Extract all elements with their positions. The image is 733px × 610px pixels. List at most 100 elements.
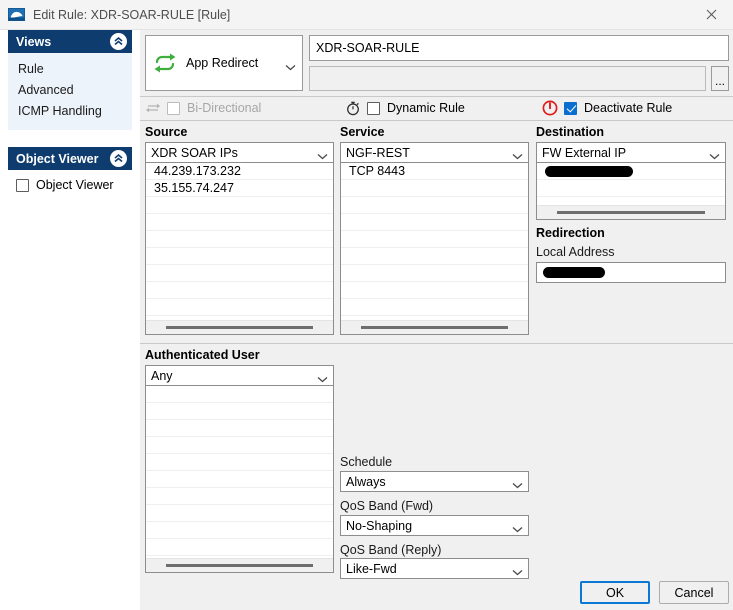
source-dropdown[interactable]: XDR SOAR IPs	[145, 142, 334, 163]
list-item-empty	[146, 505, 333, 522]
qos-reply-label: QoS Band (Reply)	[340, 543, 442, 557]
scrollbar-thumb[interactable]	[361, 326, 508, 329]
redirection-header: Redirection	[536, 226, 605, 240]
qos-reply-value: Like-Fwd	[346, 561, 397, 576]
sidebar-item-advanced[interactable]: Advanced	[18, 80, 132, 101]
local-address-input[interactable]	[536, 262, 726, 283]
scrollbar-thumb[interactable]	[166, 326, 313, 329]
object-viewer-checkbox-label: Object Viewer	[36, 178, 114, 192]
list-item-empty	[146, 299, 333, 316]
rule-top-row: App Redirect XDR-SOAR-RULE ...	[145, 35, 730, 93]
service-header: Service	[340, 125, 385, 139]
ok-button[interactable]: OK	[580, 581, 650, 604]
destination-horizontal-scrollbar[interactable]	[537, 205, 725, 219]
destination-list-rows	[537, 163, 725, 205]
object-viewer-checkbox-row[interactable]: Object Viewer	[8, 170, 132, 198]
list-item-empty	[146, 488, 333, 505]
source-listbox[interactable]: 44.239.173.232 35.155.74.247	[145, 163, 334, 335]
list-item-empty	[146, 420, 333, 437]
bi-directional-label: Bi-Directional	[187, 101, 262, 115]
list-item[interactable]: 35.155.74.247	[146, 180, 333, 197]
chevron-down-icon	[512, 149, 523, 160]
list-item-empty	[146, 214, 333, 231]
service-dropdown[interactable]: NGF-REST	[340, 142, 529, 163]
list-item-empty	[146, 248, 333, 265]
list-item-empty	[341, 197, 528, 214]
service-listbox[interactable]: TCP 8443	[340, 163, 529, 335]
redirect-arrows-icon	[152, 50, 178, 76]
views-panel: Views Rule Advanced ICMP Handling	[8, 30, 132, 130]
list-item-empty	[146, 265, 333, 282]
object-viewer-panel-header: Object Viewer	[8, 147, 132, 170]
dynamic-rule-option[interactable]: Dynamic Rule	[345, 98, 465, 118]
list-item-empty	[341, 231, 528, 248]
object-viewer-panel: Object Viewer Object Viewer	[8, 147, 132, 198]
authenticated-user-header: Authenticated User	[145, 348, 260, 362]
chevron-down-icon	[512, 478, 523, 489]
views-panel-header: Views	[8, 30, 132, 53]
deactivate-rule-checkbox[interactable]	[564, 101, 577, 115]
close-icon[interactable]	[689, 0, 733, 30]
list-item-empty	[341, 180, 528, 197]
browse-button[interactable]: ...	[711, 66, 729, 91]
list-item-empty	[146, 522, 333, 539]
authenticated-user-horizontal-scrollbar[interactable]	[146, 558, 333, 572]
chevron-down-icon	[317, 149, 328, 160]
dynamic-rule-checkbox[interactable]	[367, 101, 380, 115]
list-item-empty	[146, 454, 333, 471]
rule-icon	[8, 6, 25, 23]
object-viewer-panel-title: Object Viewer	[16, 151, 99, 166]
source-horizontal-scrollbar[interactable]	[146, 320, 333, 334]
rule-description-input[interactable]	[309, 66, 706, 91]
destination-listbox[interactable]	[536, 163, 726, 220]
dynamic-rule-label: Dynamic Rule	[387, 101, 465, 115]
list-item-empty	[146, 471, 333, 488]
deactivate-rule-label: Deactivate Rule	[584, 101, 673, 115]
authenticated-user-listbox[interactable]	[145, 386, 334, 573]
service-selected-value: NGF-REST	[346, 145, 410, 160]
list-item-empty	[341, 299, 528, 316]
action-label: App Redirect	[186, 56, 259, 70]
list-item[interactable]: TCP 8443	[341, 163, 528, 180]
sidebar-item-rule[interactable]: Rule	[18, 59, 132, 80]
local-address-label: Local Address	[536, 245, 615, 259]
list-item-empty	[341, 265, 528, 282]
source-list-rows: 44.239.173.232 35.155.74.247	[146, 163, 333, 320]
rule-name-input[interactable]: XDR-SOAR-RULE	[309, 35, 729, 61]
sidebar-panel-gap	[0, 130, 140, 147]
source-header: Source	[145, 125, 188, 139]
authenticated-user-list-rows	[146, 386, 333, 558]
schedule-dropdown[interactable]: Always	[340, 471, 529, 492]
list-item-empty	[146, 197, 333, 214]
bi-directional-checkbox	[167, 101, 180, 115]
cancel-button[interactable]: Cancel	[659, 581, 729, 604]
object-viewer-checkbox[interactable]	[16, 178, 29, 192]
list-item[interactable]: 44.239.173.232	[146, 163, 333, 180]
deactivate-rule-option[interactable]: Deactivate Rule	[542, 98, 672, 118]
destination-dropdown[interactable]: FW External IP	[536, 142, 726, 163]
bi-directional-option[interactable]: Bi-Directional	[145, 98, 261, 118]
chevron-down-icon	[285, 60, 296, 70]
chevron-double-up-icon[interactable]	[110, 150, 127, 167]
list-item-empty	[146, 282, 333, 299]
list-item[interactable]	[537, 163, 725, 180]
action-dropdown[interactable]: App Redirect	[145, 35, 303, 91]
bidirectional-arrows-icon	[145, 100, 161, 116]
qos-fwd-dropdown[interactable]: No-Shaping	[340, 515, 529, 536]
rule-name-value: XDR-SOAR-RULE	[316, 41, 420, 55]
sidebar: Views Rule Advanced ICMP Handling Object…	[0, 30, 140, 610]
authenticated-user-dropdown[interactable]: Any	[145, 365, 334, 386]
qos-fwd-label: QoS Band (Fwd)	[340, 499, 434, 513]
dialog-content: Views Rule Advanced ICMP Handling Object…	[0, 30, 733, 610]
rule-options-row: Bi-Directional Dynamic Rule Deactivate R…	[145, 98, 729, 118]
list-item-empty	[146, 386, 333, 403]
sidebar-item-icmp-handling[interactable]: ICMP Handling	[18, 101, 132, 122]
list-item-empty	[146, 403, 333, 420]
redacted-destination-value	[545, 165, 633, 177]
scrollbar-thumb[interactable]	[166, 564, 313, 567]
scrollbar-thumb[interactable]	[557, 211, 705, 214]
qos-reply-dropdown[interactable]: Like-Fwd	[340, 558, 529, 579]
chevron-double-up-icon[interactable]	[110, 33, 127, 50]
redacted-local-address-value	[543, 267, 605, 278]
service-horizontal-scrollbar[interactable]	[341, 320, 528, 334]
